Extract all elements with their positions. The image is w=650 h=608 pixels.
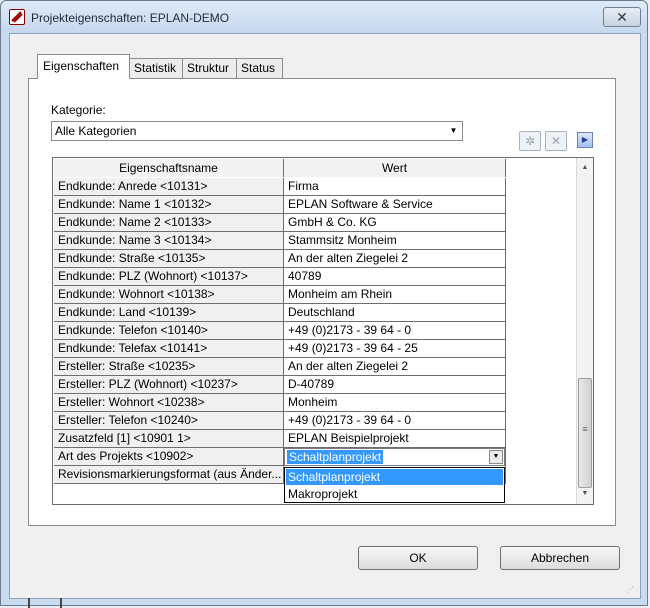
- property-name-cell: Endkunde: Wohnort <10138>: [54, 286, 284, 304]
- property-name-cell: Zusatzfeld [1] <10901 1>: [54, 430, 284, 448]
- dialog-client-area: Eigenschaften Statistik Struktur Status …: [9, 33, 641, 599]
- property-value-cell[interactable]: EPLAN Beispielprojekt: [284, 430, 506, 448]
- property-name-cell: Ersteller: Telefon <10240>: [54, 412, 284, 430]
- property-value-cell[interactable]: EPLAN Software & Service: [284, 196, 506, 214]
- property-value-cell[interactable]: 40789: [284, 268, 506, 286]
- tab-statistik[interactable]: Statistik: [129, 58, 183, 78]
- scroll-down-icon[interactable]: ▼: [577, 486, 593, 502]
- delete-icon: ✕: [550, 134, 562, 148]
- title-bar[interactable]: Projekteigenschaften: EPLAN-DEMO ✕: [1, 1, 647, 33]
- property-value-cell[interactable]: Monheim am Rhein: [284, 286, 506, 304]
- next-button[interactable]: ▶: [577, 132, 593, 148]
- add-property-button[interactable]: ✲: [519, 131, 541, 151]
- tab-eigenschaften[interactable]: Eigenschaften: [37, 54, 130, 79]
- play-arrow-icon: ▶: [581, 135, 589, 144]
- property-name-cell: Endkunde: Straße <10135>: [54, 250, 284, 268]
- properties-grid: Eigenschaftsname Wert Endkunde: Anrede <…: [52, 157, 594, 505]
- property-name-cell: Endkunde: Telefon <10140>: [54, 322, 284, 340]
- property-name-cell: Ersteller: PLZ (Wohnort) <10237>: [54, 376, 284, 394]
- property-value-cell[interactable]: Firma: [284, 178, 506, 196]
- project-type-dropdown: Schaltplanprojekt Makroprojekt: [284, 467, 505, 503]
- property-name-cell: Ersteller: Straße <10235>: [54, 358, 284, 376]
- category-select-value: Alle Kategorien: [55, 124, 137, 138]
- background-window-fragment: [28, 598, 62, 608]
- property-value-cell[interactable]: Stammsitz Monheim: [284, 232, 506, 250]
- chevron-down-icon[interactable]: ▼: [489, 450, 503, 464]
- scroll-up-icon[interactable]: ▲: [577, 160, 593, 176]
- ok-button[interactable]: OK: [358, 546, 478, 570]
- chevron-down-icon: ▼: [449, 126, 458, 135]
- property-value-cell[interactable]: Monheim: [284, 394, 506, 412]
- property-value-cell[interactable]: Deutschland: [284, 304, 506, 322]
- column-header-name[interactable]: Eigenschaftsname: [54, 159, 284, 177]
- property-value-cell[interactable]: +49 (0)2173 - 39 64 - 0: [284, 322, 506, 340]
- resize-grip-icon[interactable]: ⋰: [626, 584, 638, 596]
- star-add-icon: ✲: [524, 134, 536, 148]
- property-value-cell[interactable]: +49 (0)2173 - 39 64 - 0: [284, 412, 506, 430]
- eplan-app-icon: [9, 9, 25, 25]
- tab-struktur[interactable]: Struktur: [182, 58, 237, 78]
- property-value-cell[interactable]: +49 (0)2173 - 39 64 - 25: [284, 340, 506, 358]
- property-name-cell: Endkunde: Anrede <10131>: [54, 178, 284, 196]
- property-value-cell[interactable]: An der alten Ziegelei 2: [284, 250, 506, 268]
- property-name-cell: Endkunde: PLZ (Wohnort) <10137>: [54, 268, 284, 286]
- close-button[interactable]: ✕: [603, 7, 641, 27]
- cancel-button[interactable]: Abbrechen: [500, 546, 620, 570]
- dropdown-option-schaltplanprojekt[interactable]: Schaltplanprojekt: [286, 469, 503, 485]
- property-name-cell: Endkunde: Name 1 <10132>: [54, 196, 284, 214]
- property-name-cell: Endkunde: Name 2 <10133>: [54, 214, 284, 232]
- category-label: Kategorie:: [51, 103, 106, 117]
- dropdown-option-makroprojekt[interactable]: Makroprojekt: [286, 486, 503, 502]
- project-type-combobox-value: Schaltplanprojekt: [287, 450, 384, 464]
- properties-dialog: Projekteigenschaften: EPLAN-DEMO ✕ Eigen…: [0, 0, 648, 606]
- property-name-cell: Endkunde: Name 3 <10134>: [54, 232, 284, 250]
- column-header-value[interactable]: Wert: [284, 159, 506, 177]
- property-name-cell: Endkunde: Telefax <10141>: [54, 340, 284, 358]
- project-type-combobox[interactable]: Schaltplanprojekt ▼: [284, 448, 505, 466]
- grid-vertical-scrollbar[interactable]: ▲ ≡ ▼: [576, 158, 593, 504]
- property-name-cell: Revisionsmarkierungsformat (aus Änder...: [54, 466, 284, 484]
- category-select[interactable]: Alle Kategorien ▼: [51, 121, 463, 141]
- property-name-cell: Endkunde: Land <10139>: [54, 304, 284, 322]
- scrollbar-thumb[interactable]: ≡: [578, 378, 592, 488]
- properties-tab-panel: Kategorie: Alle Kategorien ▼ ✲ ✕ ▶ Eigen…: [28, 78, 616, 526]
- property-value-cell[interactable]: D-40789: [284, 376, 506, 394]
- delete-property-button[interactable]: ✕: [545, 131, 567, 151]
- property-value-cell[interactable]: GmbH & Co. KG: [284, 214, 506, 232]
- tab-status[interactable]: Status: [236, 58, 283, 78]
- property-name-cell: Ersteller: Wohnort <10238>: [54, 394, 284, 412]
- property-name-cell: Art des Projekts <10902>: [54, 448, 284, 466]
- property-value-cell[interactable]: An der alten Ziegelei 2: [284, 358, 506, 376]
- window-title: Projekteigenschaften: EPLAN-DEMO: [31, 11, 230, 25]
